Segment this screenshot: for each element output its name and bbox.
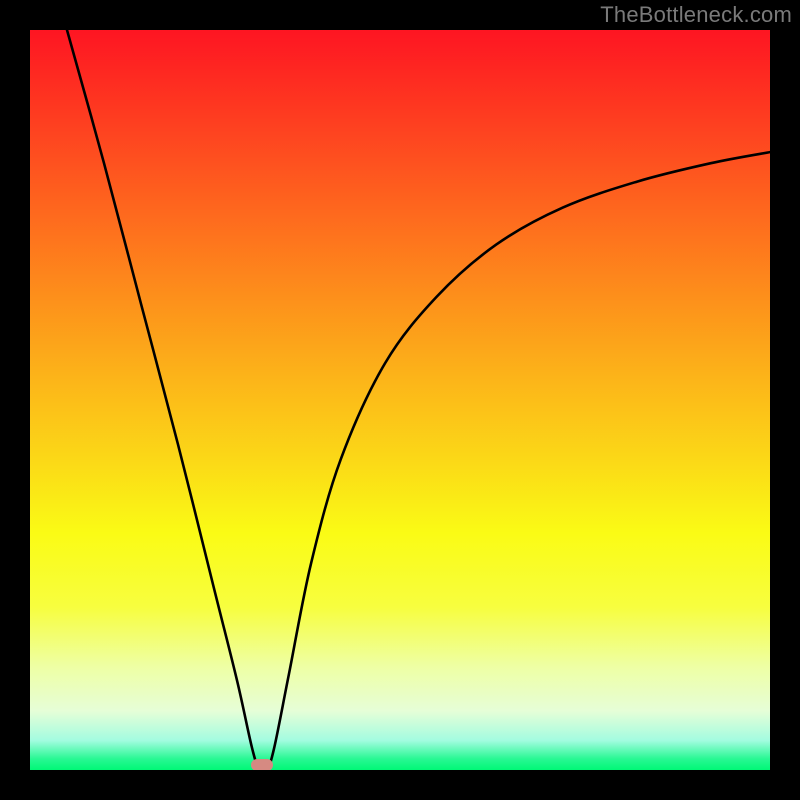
bottleneck-curve (67, 30, 770, 770)
attribution-text: TheBottleneck.com (600, 2, 792, 28)
minimum-marker (251, 759, 273, 770)
curve-svg (30, 30, 770, 770)
chart-frame: TheBottleneck.com (0, 0, 800, 800)
plot-area (30, 30, 770, 770)
